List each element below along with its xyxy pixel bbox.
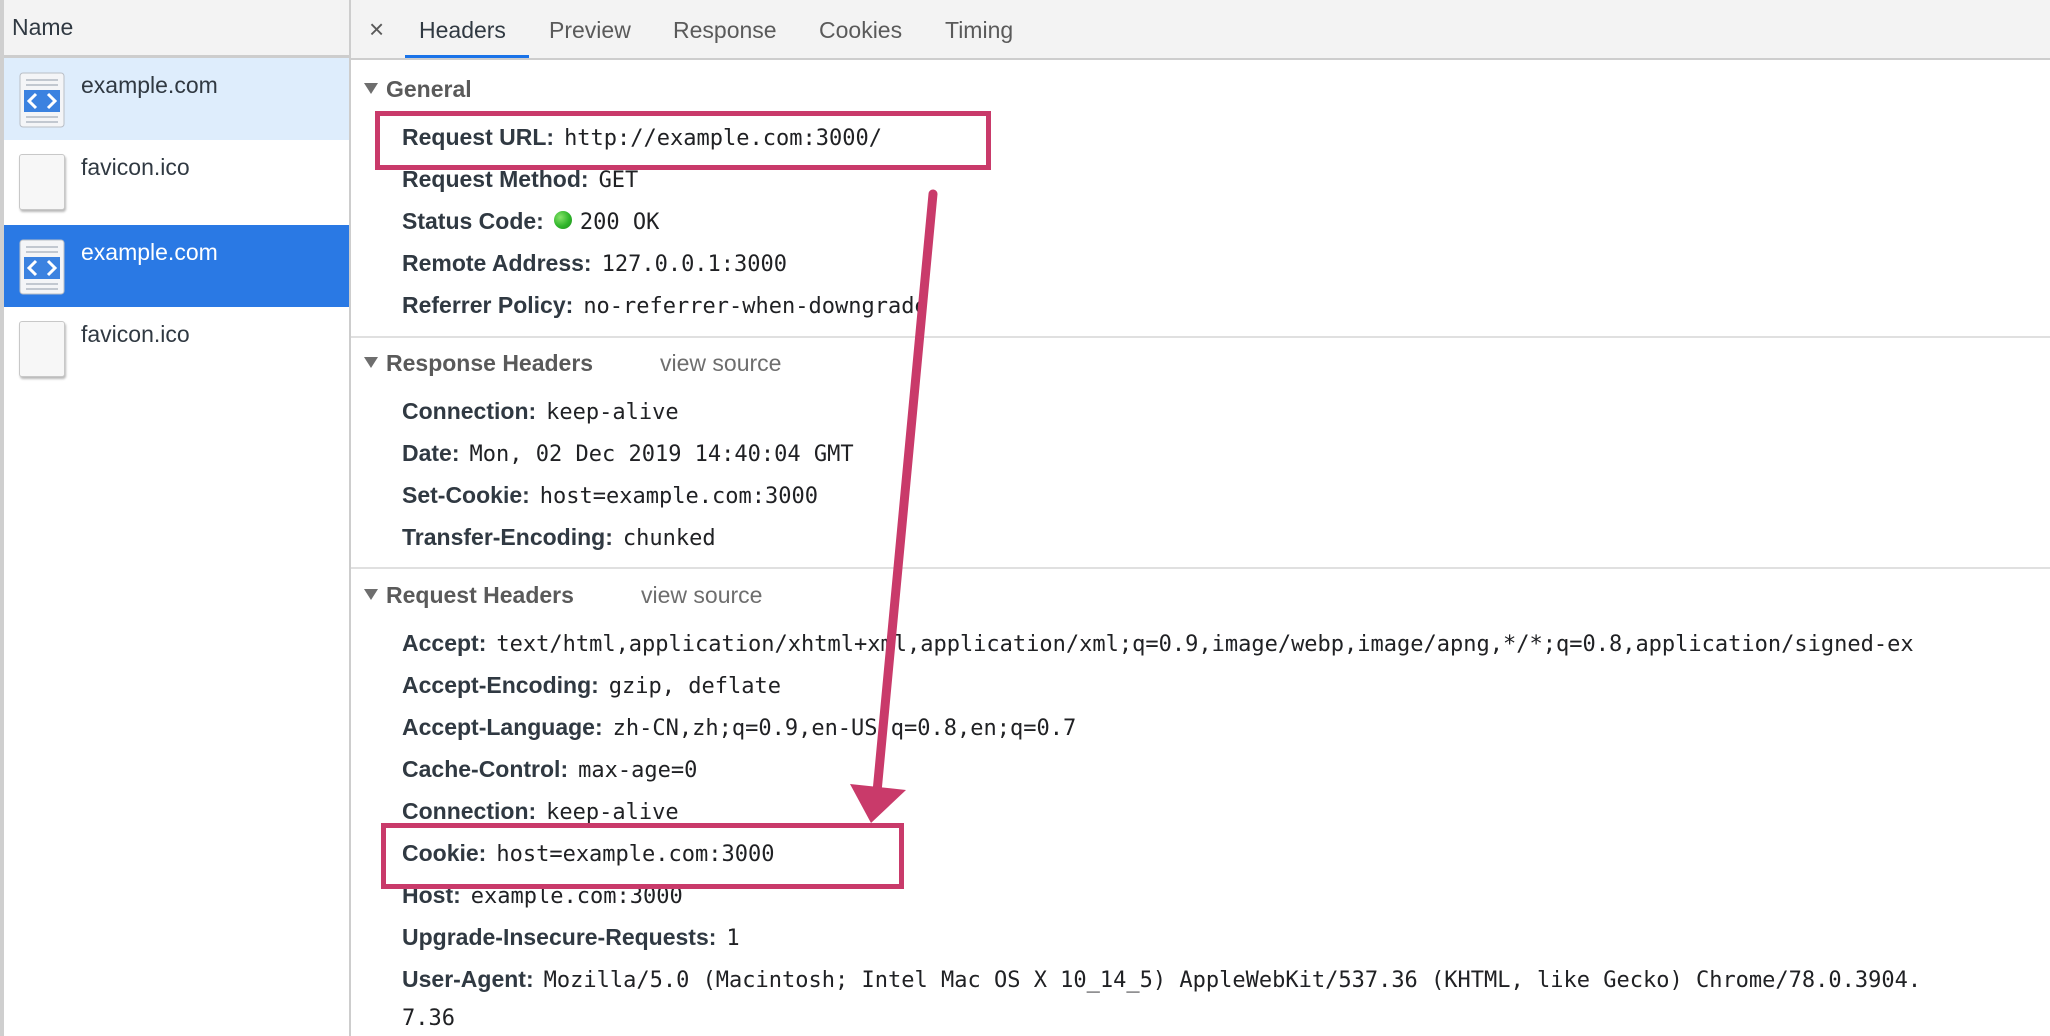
request-row[interactable]: example.com <box>4 58 349 140</box>
header-row: Cache-Control: max-age=0 <box>402 754 697 786</box>
header-key: Accept-Encoding: <box>402 672 599 698</box>
section-divider <box>351 567 2050 569</box>
triangle-down-icon <box>364 357 378 368</box>
request-row-selected[interactable]: example.com <box>4 225 349 307</box>
header-value: 1 <box>726 926 740 951</box>
header-key: Upgrade-Insecure-Requests: <box>402 924 717 950</box>
close-icon[interactable]: × <box>369 14 384 44</box>
tab-response[interactable]: Response <box>673 17 777 44</box>
header-row: Accept-Language: zh-CN,zh;q=0.9,en-US;q=0… <box>402 712 1076 744</box>
header-row: Accept: text/html,application/xhtml+xml,a… <box>402 628 1914 660</box>
header-row: Date: Mon, 02 Dec 2019 14:40:04 GMT <box>402 438 854 470</box>
header-key: Accept-Language: <box>402 714 603 740</box>
request-list-pane: Name example.com favicon.ico example.com… <box>0 0 351 1036</box>
header-key: Remote Address: <box>402 250 592 276</box>
tab-cookies[interactable]: Cookies <box>819 17 902 44</box>
header-row: Upgrade-Insecure-Requests: 1 <box>402 922 740 954</box>
header-row: Host: example.com:3000 <box>402 880 683 912</box>
blank-file-icon <box>19 154 65 210</box>
html-document-icon <box>19 72 65 128</box>
header-row: Request URL: http://example.com:3000/ <box>402 122 882 154</box>
header-key: User-Agent: <box>402 966 534 992</box>
active-tab-indicator <box>405 55 529 58</box>
header-row: User-Agent: Mozilla/5.0 (Macintosh; Intel… <box>402 964 1921 996</box>
header-key: Status Code: <box>402 208 544 234</box>
header-value: keep-alive <box>546 800 679 825</box>
section-title: General <box>386 76 472 102</box>
header-key: Transfer-Encoding: <box>402 524 613 550</box>
header-row: Remote Address: 127.0.0.1:3000 <box>402 248 787 280</box>
name-column-header[interactable]: Name <box>4 0 349 58</box>
header-value: 200 OK <box>579 210 660 235</box>
header-value: gzip, deflate <box>608 674 781 699</box>
header-row: Status Code: 200 OK <box>402 206 659 238</box>
header-value: host=example.com:3000 <box>496 842 775 867</box>
header-key: Set-Cookie: <box>402 482 530 508</box>
status-ok-icon <box>553 211 572 229</box>
header-key: Request URL: <box>402 124 555 150</box>
section-response-headers[interactable]: Response Headers <box>364 350 593 377</box>
view-source-link[interactable]: view source <box>641 582 762 609</box>
header-key: Date: <box>402 440 460 466</box>
header-value: max-age=0 <box>578 758 698 783</box>
section-divider <box>351 336 2050 338</box>
section-title: Request Headers <box>386 582 574 608</box>
triangle-down-icon <box>364 589 378 600</box>
blank-file-icon <box>19 321 65 377</box>
header-value-continuation: 7.36 <box>402 1006 455 1031</box>
header-row: Referrer Policy: no-referrer-when-downgra… <box>402 290 928 322</box>
header-value: no-referrer-when-downgrade <box>583 294 928 319</box>
header-key: Referrer Policy: <box>402 292 574 318</box>
header-value: GET <box>598 168 639 193</box>
section-request-headers[interactable]: Request Headers <box>364 582 574 609</box>
header-key: Cookie: <box>402 840 487 866</box>
tab-timing[interactable]: Timing <box>945 17 1013 44</box>
triangle-down-icon <box>364 83 378 94</box>
section-title: Response Headers <box>386 350 594 376</box>
header-row: Accept-Encoding: gzip, deflate <box>402 670 781 702</box>
header-key: Host: <box>402 882 461 908</box>
header-value: text/html,application/xhtml+xml,applicat… <box>496 632 1914 657</box>
html-document-icon <box>19 239 65 295</box>
request-name: favicon.ico <box>81 154 190 180</box>
header-key: Cache-Control: <box>402 756 569 782</box>
header-value: Mozilla/5.0 (Macintosh; Intel Mac OS X 1… <box>543 968 1922 993</box>
request-row[interactable]: favicon.ico <box>4 307 349 389</box>
header-value: zh-CN,zh;q=0.9,en-US;q=0.8,en;q=0.7 <box>612 716 1077 741</box>
header-value: chunked <box>622 526 716 551</box>
section-general[interactable]: General <box>364 76 472 103</box>
header-row: Request Method: GET <box>402 164 638 196</box>
header-value: 127.0.0.1:3000 <box>601 252 788 277</box>
header-value: http://example.com:3000/ <box>564 126 882 151</box>
header-value: keep-alive <box>546 400 679 425</box>
header-value: example.com:3000 <box>470 884 683 909</box>
header-row: Connection: keep-alive <box>402 796 679 828</box>
detail-tab-bar: × Headers Preview Response Cookies Timin… <box>351 0 2050 60</box>
tab-headers[interactable]: Headers <box>419 17 506 44</box>
devtools-network-panel: Name example.com favicon.ico example.com… <box>0 0 2050 1036</box>
header-key: Connection: <box>402 798 537 824</box>
header-row: Cookie: host=example.com:3000 <box>402 838 775 870</box>
header-value: Mon, 02 Dec 2019 14:40:04 GMT <box>469 442 854 467</box>
header-key: Connection: <box>402 398 537 424</box>
header-value: host=example.com:3000 <box>539 484 818 509</box>
header-row: Transfer-Encoding: chunked <box>402 522 716 554</box>
tab-preview[interactable]: Preview <box>549 17 631 44</box>
request-row[interactable]: favicon.ico <box>4 140 349 222</box>
view-source-link[interactable]: view source <box>660 350 781 377</box>
request-name: example.com <box>81 239 218 265</box>
header-key: Accept: <box>402 630 487 656</box>
header-key: Request Method: <box>402 166 589 192</box>
request-name: example.com <box>81 72 218 98</box>
header-row: Connection: keep-alive <box>402 396 679 428</box>
header-row: Set-Cookie: host=example.com:3000 <box>402 480 818 512</box>
request-name: favicon.ico <box>81 321 190 347</box>
